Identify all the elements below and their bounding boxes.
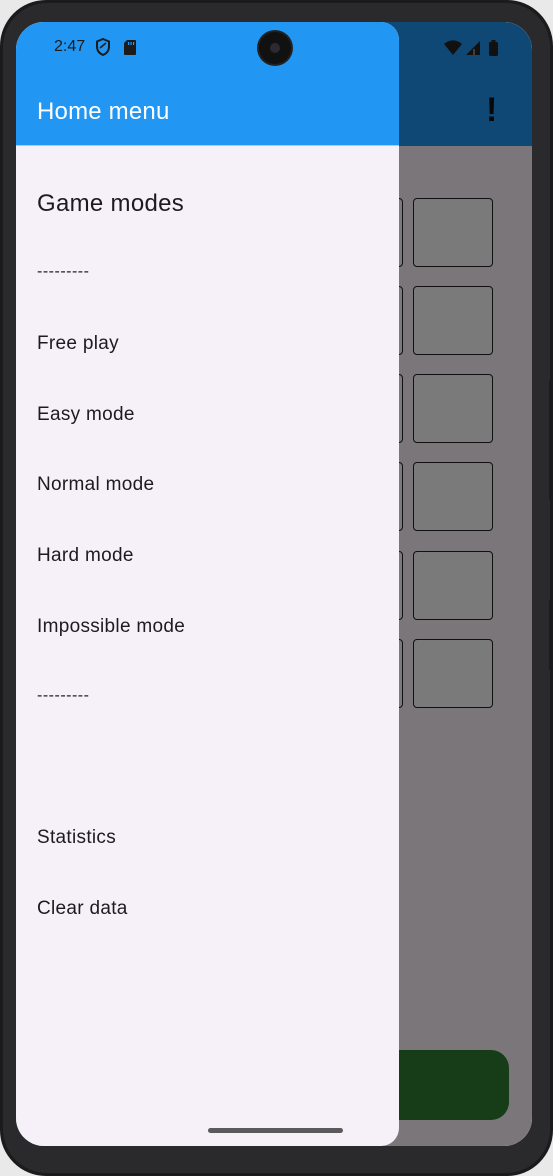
menu-item-statistics[interactable]: Statistics (37, 818, 377, 858)
status-icons (444, 40, 498, 56)
sd-card-icon (124, 40, 136, 55)
wifi-icon (444, 40, 462, 55)
signal-icon (466, 41, 480, 55)
volume-button (549, 380, 553, 500)
menu-item-free-play[interactable]: Free play (37, 324, 377, 364)
header-divider (16, 145, 399, 146)
navigation-drawer: Home menu Game modes --------- Free play… (16, 22, 399, 1146)
status-bar: 2:47 (16, 22, 532, 74)
divider-text: --------- (37, 263, 90, 280)
power-button (549, 600, 553, 670)
section-title-game-modes: Game modes (37, 190, 185, 217)
gesture-navigation-bar[interactable] (208, 1128, 343, 1133)
menu-item-easy-mode[interactable]: Easy mode (37, 395, 377, 435)
screen: ! Home menu Game modes --------- Free pl… (16, 22, 532, 1146)
front-camera (259, 32, 291, 64)
status-time: 2:47 (54, 38, 86, 55)
shield-icon (96, 38, 110, 56)
menu-item-hard-mode[interactable]: Hard mode (37, 536, 377, 576)
divider-text: --------- (37, 687, 90, 704)
menu-item-normal-mode[interactable]: Normal mode (37, 465, 377, 505)
menu-item-clear-data[interactable]: Clear data (37, 889, 377, 929)
menu-item-impossible-mode[interactable]: Impossible mode (37, 607, 377, 647)
battery-icon (489, 40, 498, 56)
drawer-title: Home menu (37, 98, 170, 125)
